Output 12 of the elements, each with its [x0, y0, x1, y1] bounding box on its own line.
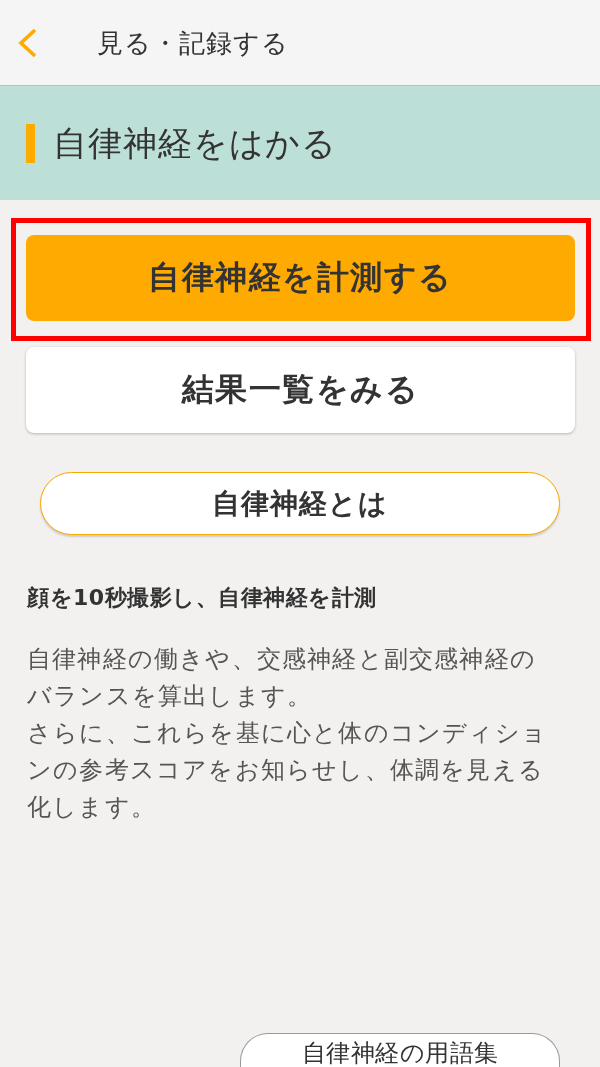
section-title: 自律神経をはかる	[53, 122, 337, 165]
back-button[interactable]	[18, 27, 38, 58]
description-text: 自律神経の働きや、交感神経と副交感神経のバランスを算出します。	[27, 644, 537, 712]
glossary-button[interactable]: 自律神経の用語集	[240, 1033, 560, 1067]
about-button[interactable]: 自律神経とは	[40, 472, 560, 535]
description-heading: 顔を10秒撮影し、自律神経を計測	[27, 584, 378, 612]
back-chevron-icon	[18, 27, 38, 58]
measure-button[interactable]: 自律神経を計測する	[26, 235, 575, 321]
description-text: さらに、これらを基に心と体のコンディションの参考スコアをお知らせし、体調を見える化します。	[27, 718, 548, 823]
results-button[interactable]: 結果一覧をみる	[26, 347, 575, 433]
header-title: 見る・記録する	[97, 26, 289, 60]
accent-bar-icon	[26, 123, 35, 163]
